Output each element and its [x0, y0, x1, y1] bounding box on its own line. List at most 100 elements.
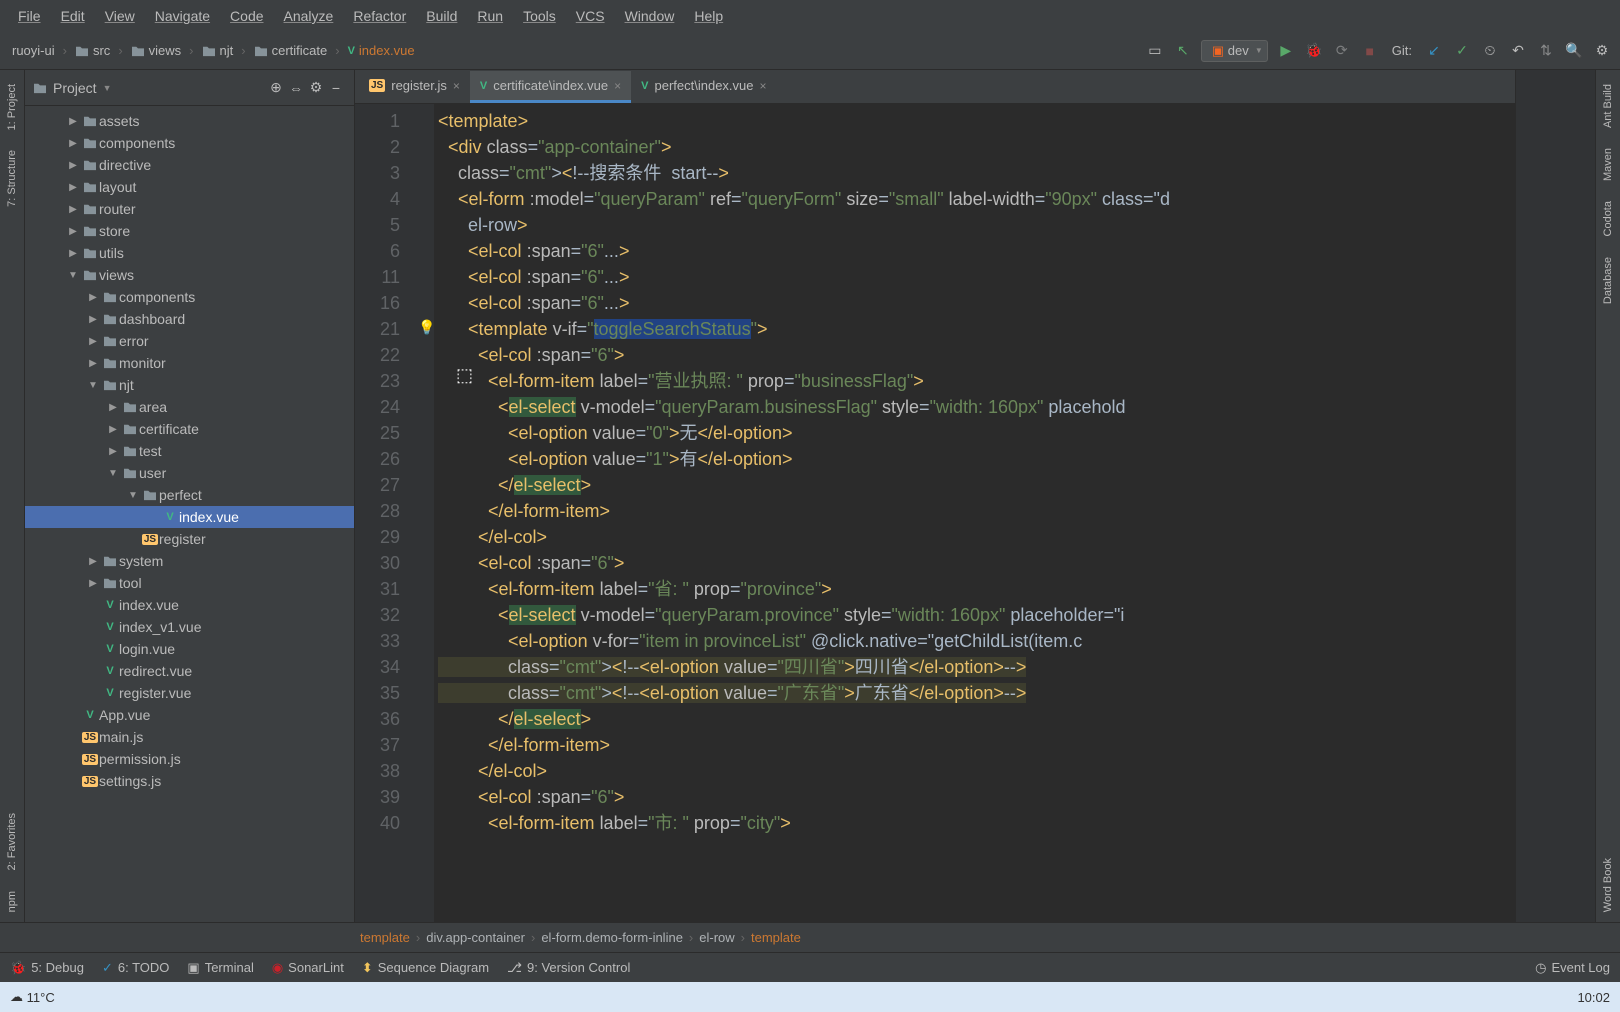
weather-icon[interactable]: ☁	[10, 989, 23, 1005]
bc-template[interactable]: template	[360, 930, 410, 945]
bc-div[interactable]: div.app-container	[426, 930, 525, 945]
search-icon[interactable]: 🔍	[1564, 41, 1584, 61]
tree-item-index-vue[interactable]: Vindex.vue	[25, 506, 354, 528]
fold-gutter[interactable]: 💡 ⬚	[410, 104, 434, 922]
tree-item-register[interactable]: JSregister	[25, 528, 354, 550]
code-content[interactable]: <template> <div class="app-container"> c…	[434, 104, 1595, 922]
hide-icon[interactable]: −	[326, 78, 346, 98]
menu-edit[interactable]: Edit	[51, 8, 95, 24]
menu-code[interactable]: Code	[220, 8, 273, 24]
tree-item-router[interactable]: ▶router	[25, 198, 354, 220]
back-icon[interactable]: ↖	[1173, 41, 1193, 61]
close-icon[interactable]: ×	[760, 79, 767, 93]
bc-row[interactable]: el-row	[699, 930, 734, 945]
tree-item-perfect[interactable]: ▼perfect	[25, 484, 354, 506]
bc-template2[interactable]: template	[751, 930, 801, 945]
tree-item-settings-js[interactable]: JSsettings.js	[25, 770, 354, 792]
tool-debug[interactable]: 🐞5: Debug	[10, 960, 84, 976]
minimap[interactable]	[1515, 104, 1595, 922]
project-tree[interactable]: ▶assets▶components▶directive▶layout▶rout…	[25, 106, 354, 922]
settings-icon[interactable]: ⚙	[1592, 41, 1612, 61]
tool-codota[interactable]: Codota	[1600, 191, 1616, 246]
tab-register[interactable]: JSregister.js×	[359, 71, 470, 103]
tree-item-index-vue[interactable]: Vindex.vue	[25, 594, 354, 616]
menu-file[interactable]: File	[8, 8, 51, 24]
expand-icon[interactable]: ⇔	[286, 78, 306, 98]
breadcrumb-src[interactable]: src	[71, 41, 114, 60]
menu-navigate[interactable]: Navigate	[145, 8, 220, 24]
git-pull-icon[interactable]: ↙	[1424, 41, 1444, 61]
tree-item-test[interactable]: ▶test	[25, 440, 354, 462]
menu-analyze[interactable]: Analyze	[274, 8, 344, 24]
tool-antbuild[interactable]: Ant Build	[1600, 74, 1616, 138]
tree-item-utils[interactable]: ▶utils	[25, 242, 354, 264]
tree-item-components[interactable]: ▶components	[25, 286, 354, 308]
menu-tools[interactable]: Tools	[513, 8, 566, 24]
git-revert-icon[interactable]: ↶	[1508, 41, 1528, 61]
tree-item-area[interactable]: ▶area	[25, 396, 354, 418]
tree-item-views[interactable]: ▼views	[25, 264, 354, 286]
tree-item-tool[interactable]: ▶tool	[25, 572, 354, 594]
breadcrumb-project[interactable]: ruoyi-ui	[8, 41, 59, 60]
tab-perfect[interactable]: Vperfect\index.vue×	[631, 71, 776, 103]
tool-todo[interactable]: ✓6: TODO	[102, 960, 169, 976]
stop-button[interactable]: ■	[1360, 41, 1380, 61]
breadcrumb-views[interactable]: views	[127, 41, 186, 60]
tree-item-login-vue[interactable]: Vlogin.vue	[25, 638, 354, 660]
lightbulb-icon[interactable]: 💡	[418, 314, 435, 340]
tree-item-layout[interactable]: ▶layout	[25, 176, 354, 198]
breadcrumb-certificate[interactable]: certificate	[250, 41, 332, 60]
run-button[interactable]: ▶	[1276, 41, 1296, 61]
debug-button[interactable]: 🐞	[1304, 41, 1324, 61]
menu-run[interactable]: Run	[467, 8, 513, 24]
menu-vcs[interactable]: VCS	[566, 8, 615, 24]
tree-item-njt[interactable]: ▼njt	[25, 374, 354, 396]
menu-refactor[interactable]: Refactor	[343, 8, 416, 24]
menu-view[interactable]: View	[95, 8, 145, 24]
tree-item-App-vue[interactable]: VApp.vue	[25, 704, 354, 726]
tool-terminal[interactable]: ▣Terminal	[187, 960, 253, 976]
tree-item-user[interactable]: ▼user	[25, 462, 354, 484]
device-icon[interactable]: ▭	[1145, 41, 1165, 61]
breadcrumb-njt[interactable]: njt	[198, 41, 238, 60]
tool-vcs[interactable]: ⎇9: Version Control	[507, 960, 630, 976]
close-icon[interactable]: ×	[614, 79, 621, 93]
coverage-button[interactable]: ⟳	[1332, 41, 1352, 61]
tree-item-error[interactable]: ▶error	[25, 330, 354, 352]
tool-wordbook[interactable]: Word Book	[1600, 848, 1616, 922]
tree-item-directive[interactable]: ▶directive	[25, 154, 354, 176]
tree-item-certificate[interactable]: ▶certificate	[25, 418, 354, 440]
tool-project[interactable]: 1: Project	[4, 74, 20, 140]
tool-structure[interactable]: 7: Structure	[4, 140, 20, 217]
tab-certificate[interactable]: Vcertificate\index.vue×	[470, 71, 631, 103]
git-commit-icon[interactable]: ✓	[1452, 41, 1472, 61]
tool-favorites[interactable]: 2: Favorites	[4, 803, 20, 880]
run-config-dropdown[interactable]: ▣ dev	[1201, 40, 1268, 62]
tree-item-main-js[interactable]: JSmain.js	[25, 726, 354, 748]
tree-item-dashboard[interactable]: ▶dashboard	[25, 308, 354, 330]
tree-item-register-vue[interactable]: Vregister.vue	[25, 682, 354, 704]
menu-help[interactable]: Help	[684, 8, 733, 24]
code-editor[interactable]: 1234561116212223242526272829303132333435…	[355, 104, 1595, 922]
close-icon[interactable]: ×	[453, 79, 460, 93]
tree-item-redirect-vue[interactable]: Vredirect.vue	[25, 660, 354, 682]
tree-item-index-v1-vue[interactable]: Vindex_v1.vue	[25, 616, 354, 638]
event-log[interactable]: ◷Event Log	[1535, 960, 1610, 976]
menu-window[interactable]: Window	[615, 8, 685, 24]
tree-item-system[interactable]: ▶system	[25, 550, 354, 572]
git-history-icon[interactable]: ⏲	[1480, 41, 1500, 61]
tool-npm[interactable]: npm	[4, 881, 20, 922]
tool-sequence[interactable]: ⬍Sequence Diagram	[362, 960, 489, 976]
tool-maven[interactable]: Maven	[1600, 138, 1616, 191]
tree-item-permission-js[interactable]: JSpermission.js	[25, 748, 354, 770]
tree-item-store[interactable]: ▶store	[25, 220, 354, 242]
tool-sonarlint[interactable]: ◉SonarLint	[272, 960, 344, 976]
git-compare-icon[interactable]: ⇅	[1536, 41, 1556, 61]
bc-form[interactable]: el-form.demo-form-inline	[541, 930, 683, 945]
breadcrumb-file[interactable]: Vindex.vue	[344, 41, 419, 60]
menu-build[interactable]: Build	[416, 8, 467, 24]
tool-database[interactable]: Database	[1600, 247, 1616, 314]
chevron-down-icon[interactable]: ▼	[103, 83, 112, 93]
gear-icon[interactable]: ⚙	[306, 78, 326, 98]
tree-item-monitor[interactable]: ▶monitor	[25, 352, 354, 374]
